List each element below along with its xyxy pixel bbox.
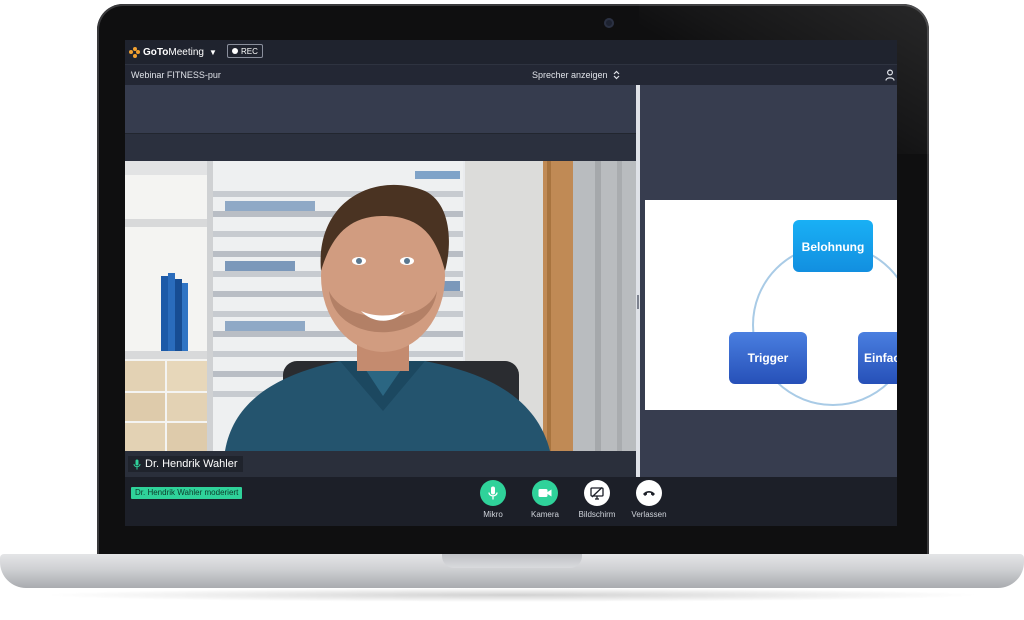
hang-up-icon — [643, 491, 655, 496]
pane-resize-handle[interactable] — [637, 295, 639, 309]
view-mode-select[interactable]: Sprecher anzeigen — [532, 70, 620, 80]
mic-button[interactable]: Mikro — [468, 480, 518, 524]
leave-button[interactable]: Verlassen — [624, 480, 674, 524]
speaker-name-bar: Dr. Hendrik Wahler — [125, 451, 636, 477]
record-button[interactable]: REC — [227, 44, 263, 58]
node-belohnung-label: Belohnung — [802, 240, 865, 254]
webcam-icon — [604, 18, 614, 28]
camera-button[interactable]: Kamera — [520, 480, 570, 524]
camera-button-circle[interactable] — [532, 480, 558, 506]
laptop-base-notch — [442, 554, 582, 568]
camera-label: Kamera — [530, 510, 559, 519]
microphone-icon — [133, 459, 141, 469]
microphone-icon — [488, 486, 498, 500]
participants-icon[interactable] — [885, 69, 895, 81]
chevron-down-icon: ▼ — [208, 47, 217, 57]
habit-loop-diagram: Belohnung Trigger Einfac — [729, 220, 897, 406]
app-topbar: GoTo Meeting ▼ REC — [125, 40, 897, 64]
meeting-controlbar: Dr. Hendrik Wahler moderiert Mikro Kamer… — [125, 477, 897, 526]
pane-subheader-band — [125, 133, 636, 162]
record-label: REC — [241, 46, 258, 56]
screen-share-label: Bildschirm — [578, 510, 616, 519]
mic-label: Mikro — [483, 510, 503, 519]
moderator-badge: Dr. Hendrik Wahler moderiert — [131, 487, 243, 499]
up-down-chevron-icon — [613, 70, 619, 80]
view-mode-label: Sprecher anzeigen — [532, 70, 608, 80]
speaker-name-tag: Dr. Hendrik Wahler — [128, 456, 243, 472]
node-trigger-label: Trigger — [748, 351, 789, 365]
screen-share-button[interactable]: Bildschirm — [572, 480, 622, 524]
shared-slide: Belohnung Trigger Einfac — [645, 200, 897, 410]
app-logo[interactable]: GoTo Meeting ▼ — [129, 45, 217, 59]
laptop-base — [0, 554, 1024, 588]
speaker-video — [125, 161, 636, 451]
leave-button-circle[interactable] — [636, 480, 662, 506]
brand-meeting: Meeting — [168, 46, 204, 58]
speaker-video-frame — [125, 161, 636, 451]
record-dot-icon — [232, 48, 238, 54]
camera-icon — [538, 489, 552, 497]
speaker-name: Dr. Hendrik Wahler — [145, 458, 238, 470]
brand-go: GoTo — [143, 46, 169, 58]
screen-share-pane: Belohnung Trigger Einfac — [640, 85, 897, 477]
mic-button-circle[interactable] — [480, 480, 506, 506]
webinar-title: Webinar FITNESS-pur — [131, 70, 221, 80]
pane-header-band — [125, 85, 636, 133]
screen: GoTo Meeting ▼ REC Webinar FITNESS-pur Sp… — [125, 40, 897, 526]
speaker-pane: Dr. Hendrik Wahler — [125, 85, 636, 477]
leave-label: Verlassen — [631, 510, 667, 519]
screen-share-off-icon — [590, 486, 604, 500]
screen-share-button-circle[interactable] — [584, 480, 610, 506]
laptop-shadow — [40, 588, 984, 602]
session-titlebar: Webinar FITNESS-pur Sprecher anzeigen — [125, 64, 897, 85]
gotomeeting-logo-icon — [129, 46, 140, 58]
node-einfach-label: Einfac — [864, 351, 897, 365]
